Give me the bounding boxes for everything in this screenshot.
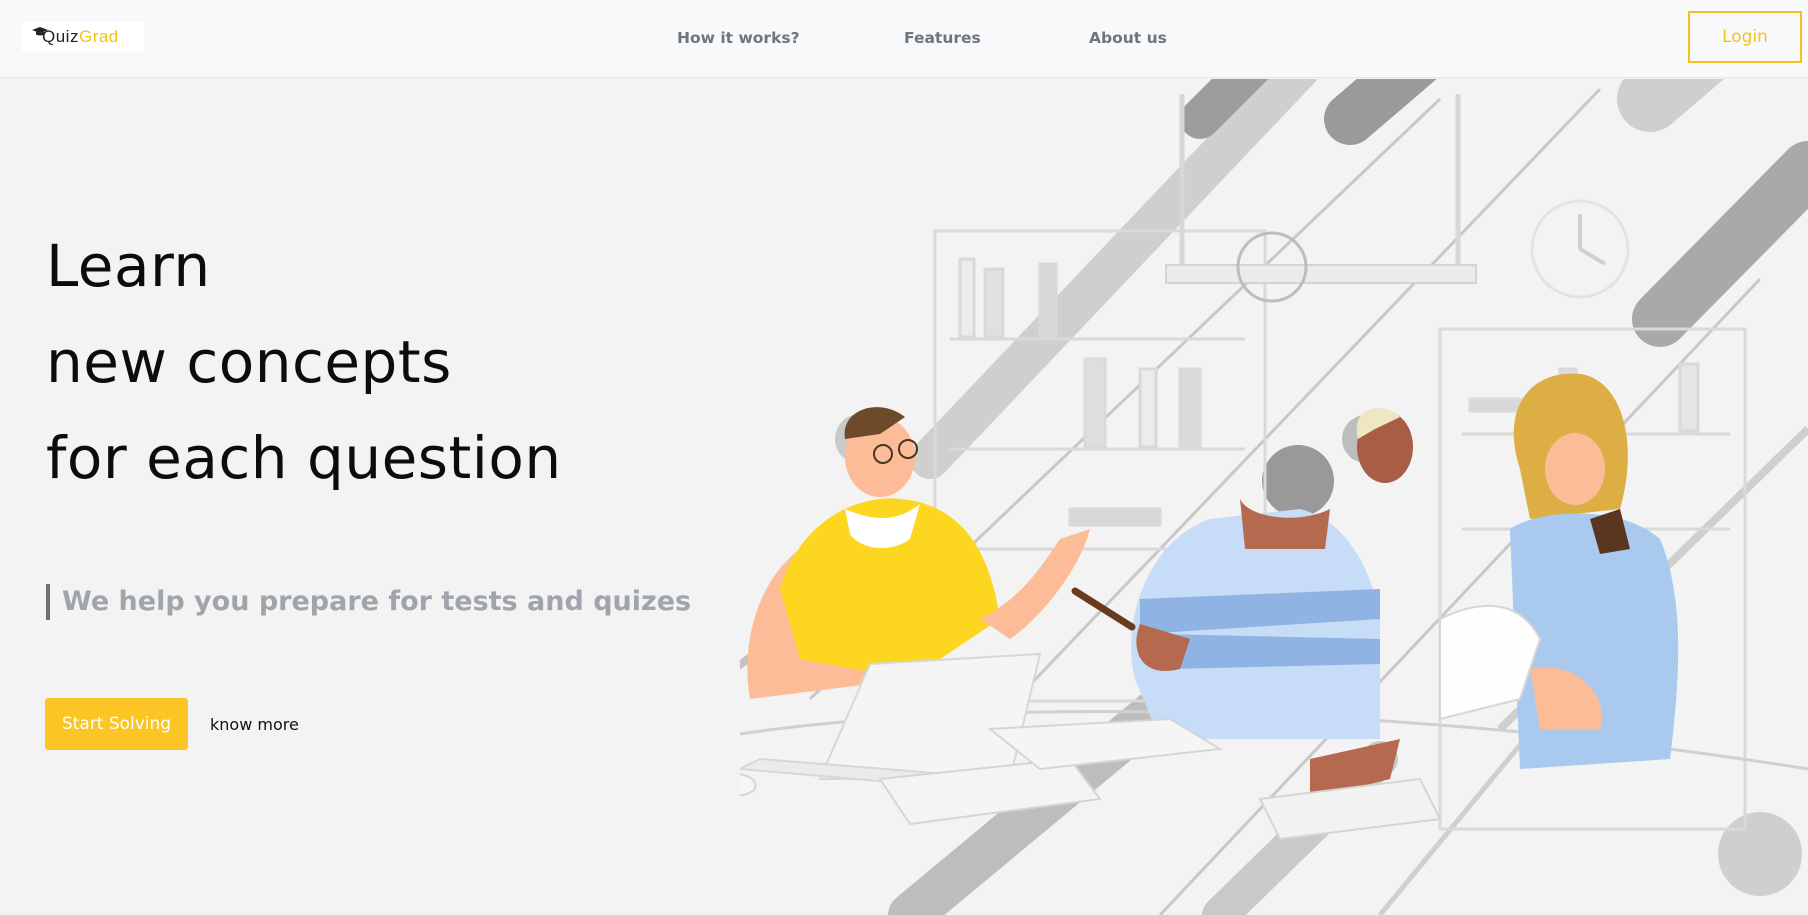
graduation-cap-icon xyxy=(32,27,48,36)
brand-logo[interactable]: Quiz Grad xyxy=(22,22,144,52)
login-button[interactable]: Login xyxy=(1688,11,1802,63)
nav-link-how-it-works[interactable]: How it works? xyxy=(677,29,800,47)
nav-link-features[interactable]: Features xyxy=(904,29,981,47)
wall-clock-icon xyxy=(1530,199,1630,299)
hero-illustration xyxy=(740,79,1808,915)
start-solving-button[interactable]: Start Solving xyxy=(45,698,188,750)
hero-tagline: We help you prepare for tests and quizes xyxy=(62,586,692,617)
know-more-link[interactable]: know more xyxy=(210,715,299,734)
logo-text-grad: Grad xyxy=(78,27,119,46)
nav-link-about-us[interactable]: About us xyxy=(1089,29,1167,47)
hero-heading-line-3: for each question xyxy=(46,424,562,492)
hero-heading-line-2: new concepts xyxy=(46,328,452,396)
navbar: Quiz Grad How it works? Features About us… xyxy=(0,0,1808,78)
tagline-accent-bar xyxy=(46,584,50,620)
hero-heading-line-1: Learn xyxy=(46,232,211,300)
